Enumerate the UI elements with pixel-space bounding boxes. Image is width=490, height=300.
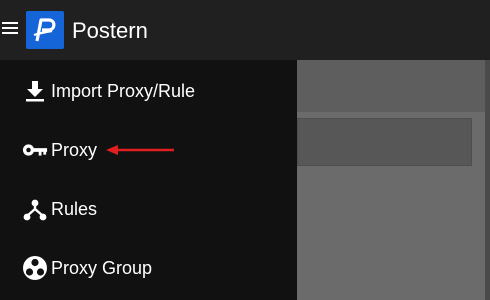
navigation-drawer: Import Proxy/Rule Proxy Rules Proxy Grou…: [0, 60, 297, 300]
menu-item-proxy-group[interactable]: Proxy Group: [0, 242, 297, 294]
app-title: Postern: [72, 18, 148, 43]
menu-item-label: Proxy Group: [51, 257, 153, 278]
menu-item-import-proxy-rule[interactable]: Import Proxy/Rule: [0, 65, 297, 117]
menu-item-label: Rules: [51, 198, 98, 219]
key-icon: [22, 137, 48, 163]
hamburger-menu-icon[interactable]: [2, 22, 18, 38]
content-scrollbar: [485, 60, 490, 300]
menu-item-label: Import Proxy/Rule: [51, 80, 196, 101]
menu-item-rules[interactable]: Rules: [0, 183, 297, 235]
group-icon: [22, 255, 48, 281]
download-icon: [22, 78, 48, 104]
fork-icon: [22, 196, 48, 222]
main-content-header: [297, 60, 490, 112]
main-content-row: [297, 118, 472, 166]
annotation-arrow: [106, 145, 174, 155]
app-bar: Postern: [0, 0, 490, 60]
app-logo-icon: [26, 11, 64, 49]
menu-item-label: Proxy: [51, 139, 98, 160]
